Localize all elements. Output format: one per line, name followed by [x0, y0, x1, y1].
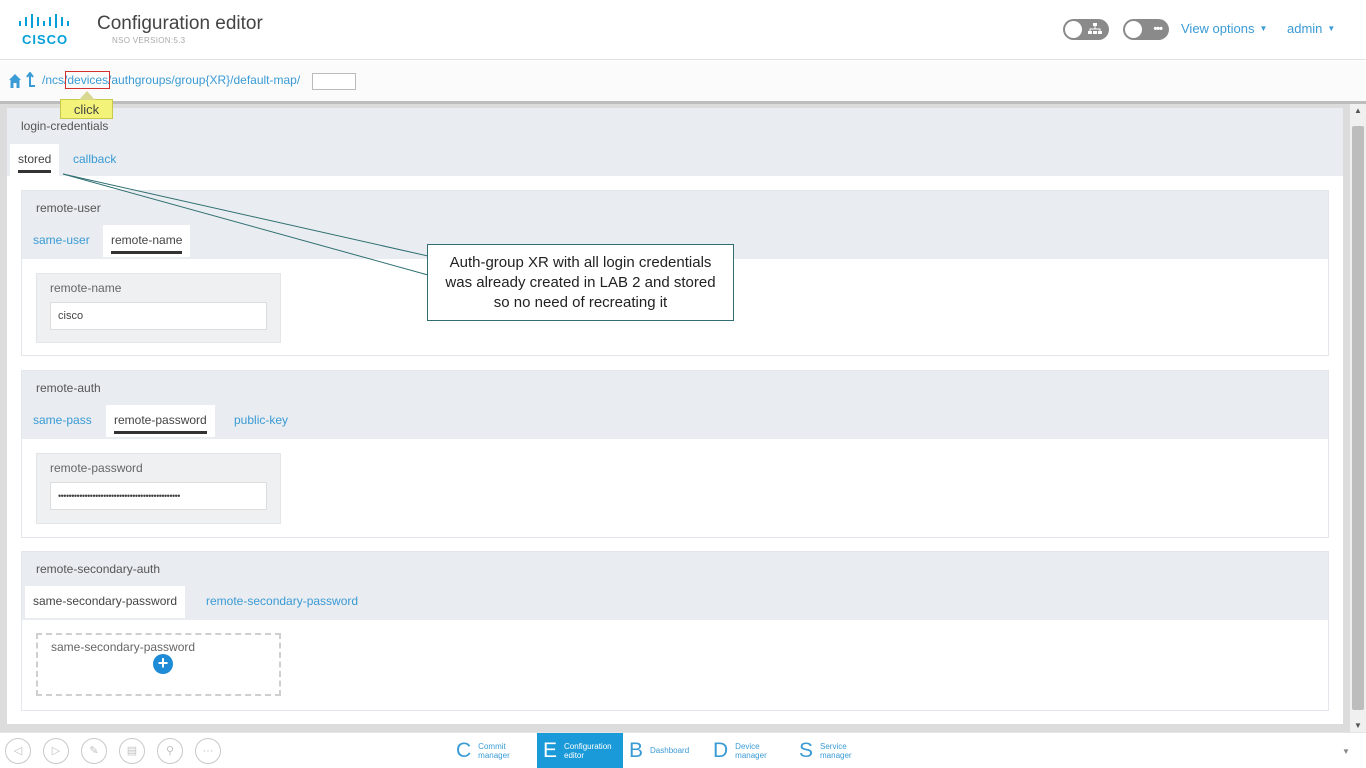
up-level-icon[interactable] — [26, 71, 36, 93]
tab-callback-label: callback — [73, 152, 117, 166]
toggle-knob — [1065, 21, 1082, 38]
breadcrumb-path[interactable]: /authgroups/group{XR}/default-map/ — [108, 73, 300, 87]
login-credentials-container: login-credentials stored callback remote… — [7, 108, 1343, 724]
callout-line-1: Auth-group XR with all login credentials — [449, 254, 712, 271]
plus-circle-icon[interactable]: + — [153, 654, 173, 674]
same-secondary-password-leaf: same-secondary-password + — [36, 633, 281, 696]
tab-same-secondary-password[interactable]: same-secondary-password — [25, 586, 186, 618]
edit-icon[interactable]: ✎ — [81, 738, 107, 764]
logo-text: CISCO — [22, 32, 69, 47]
device-manager-line1: Device — [735, 742, 760, 751]
remote-auth-title: remote-auth — [36, 381, 101, 395]
remote-password-label: remote-password — [50, 461, 143, 475]
remote-user-title: remote-user — [36, 201, 101, 215]
tab-remote-secondary-password-label: remote-secondary-password — [206, 594, 359, 608]
login-credentials-title: login-credentials — [21, 119, 109, 133]
sitemap-icon — [1088, 22, 1102, 41]
app-configuration-editor[interactable]: E Configuration editor — [537, 733, 623, 768]
service-manager-letter: S — [799, 739, 814, 762]
app-header: CISCO Configuration editor NSO VERSION:5… — [0, 0, 1366, 60]
tab-public-key-label: public-key — [234, 413, 289, 427]
configuration-editor-line2: editor — [564, 751, 585, 760]
callout-line-3: so no need of recreating it — [493, 294, 668, 311]
login-credentials-header: login-credentials stored callback — [7, 108, 1343, 176]
dashboard-letter: B — [629, 739, 644, 762]
configuration-editor-line1: Configuration — [564, 742, 612, 751]
tab-remote-secondary-password[interactable]: remote-secondary-password — [198, 586, 366, 618]
more-options-toggle[interactable]: ••• — [1123, 19, 1169, 40]
tab-remote-password[interactable]: remote-password — [106, 405, 215, 437]
toggle-knob — [1125, 21, 1142, 38]
view-options-menu[interactable]: View options ▼ — [1181, 21, 1267, 36]
chevron-down-icon: ▼ — [1327, 24, 1336, 33]
chevron-down-icon[interactable]: ▼ — [1342, 747, 1350, 756]
tab-callback[interactable]: callback — [65, 144, 124, 176]
breadcrumb-devices[interactable]: devices — [65, 71, 111, 89]
remote-name-label: remote-name — [50, 281, 122, 295]
dashboard-line1: Dashboard — [650, 746, 690, 755]
vertical-scrollbar[interactable]: ▲ ▼ — [1350, 104, 1366, 732]
tab-same-pass-label: same-pass — [33, 413, 92, 427]
app-device-manager[interactable]: D Device manager — [707, 733, 793, 768]
path-input[interactable] — [312, 73, 356, 90]
same-secondary-password-label: same-secondary-password — [51, 640, 196, 654]
view-options-label: View options — [1181, 21, 1255, 36]
tab-remote-name-label: remote-name — [111, 233, 183, 254]
scroll-down-icon[interactable]: ▼ — [1350, 721, 1366, 730]
more-icon: ••• — [1153, 23, 1163, 35]
remote-password-input[interactable]: ••••••••••••••••••••••••••••••••••••••••… — [50, 482, 267, 510]
device-manager-letter: D — [713, 739, 729, 762]
service-manager-line1: Service — [820, 742, 847, 751]
commit-manager-line1: Commit — [478, 742, 506, 751]
tab-remote-name[interactable]: remote-name — [103, 225, 191, 257]
breadcrumb-bar: /ncs/devices/authgroups/group{XR}/defaul… — [0, 61, 1366, 104]
remote-auth-container: remote-auth same-pass remote-password pu… — [21, 370, 1329, 538]
forward-icon[interactable]: ▷ — [43, 738, 69, 764]
more-icon[interactable]: ··· — [195, 738, 221, 764]
breadcrumb: /ncs/devices/authgroups/group{XR}/defaul… — [42, 71, 300, 89]
breadcrumb-ncs[interactable]: /ncs — [42, 73, 64, 87]
tab-stored[interactable]: stored — [10, 144, 60, 176]
remote-secondary-auth-header: remote-secondary-auth same-secondary-pas… — [22, 552, 1328, 620]
service-manager-line2: manager — [820, 751, 852, 760]
scroll-thumb[interactable] — [1352, 126, 1364, 710]
home-icon[interactable] — [8, 73, 22, 89]
tab-remote-password-label: remote-password — [114, 413, 207, 434]
configuration-editor-letter: E — [543, 739, 558, 762]
commit-manager-line2: manager — [478, 751, 510, 760]
device-manager-line2: manager — [735, 751, 767, 760]
tab-same-pass[interactable]: same-pass — [25, 405, 100, 437]
tab-same-secondary-password-label: same-secondary-password — [33, 594, 178, 608]
user-name: admin — [1287, 21, 1323, 36]
back-icon[interactable]: ◁ — [5, 738, 31, 764]
remote-secondary-auth-title: remote-secondary-auth — [36, 562, 161, 576]
remote-auth-header: remote-auth same-pass remote-password pu… — [22, 371, 1328, 439]
tab-same-user[interactable]: same-user — [25, 225, 98, 257]
app-commit-manager[interactable]: C Commit manager — [450, 733, 536, 768]
version-label: NSO VERSION:5.3 — [112, 36, 186, 45]
user-menu[interactable]: admin ▼ — [1287, 21, 1335, 36]
tree-view-toggle[interactable] — [1063, 19, 1109, 40]
tab-stored-label: stored — [18, 152, 52, 173]
remote-password-leaf: remote-password ••••••••••••••••••••••••… — [36, 453, 281, 524]
remote-name-leaf: remote-name cisco — [36, 273, 281, 343]
tab-same-user-label: same-user — [33, 233, 90, 247]
annotation-callout: Auth-group XR with all login credentials… — [427, 244, 734, 321]
app-dashboard[interactable]: B Dashboard — [623, 733, 707, 768]
clipboard-icon[interactable]: ▤ — [119, 738, 145, 764]
cisco-logo: CISCO — [18, 13, 72, 47]
scroll-up-icon[interactable]: ▲ — [1350, 106, 1366, 115]
app-service-manager[interactable]: S Service manager — [793, 733, 879, 768]
remote-name-input[interactable]: cisco — [50, 302, 267, 330]
commit-manager-letter: C — [456, 739, 472, 762]
callout-line-2: was already created in LAB 2 and stored — [445, 274, 716, 291]
chevron-down-icon: ▼ — [1259, 24, 1268, 33]
click-tooltip: click — [60, 91, 113, 119]
tab-public-key[interactable]: public-key — [226, 405, 296, 437]
remote-secondary-auth-container: remote-secondary-auth same-secondary-pas… — [21, 551, 1329, 711]
app-footer: ◁ ▷ ✎ ▤ ⚲ ··· C Commit manager E Configur… — [0, 732, 1366, 768]
search-icon[interactable]: ⚲ — [157, 738, 183, 764]
cisco-bars-icon — [19, 14, 69, 28]
page-title: Configuration editor — [97, 13, 263, 34]
